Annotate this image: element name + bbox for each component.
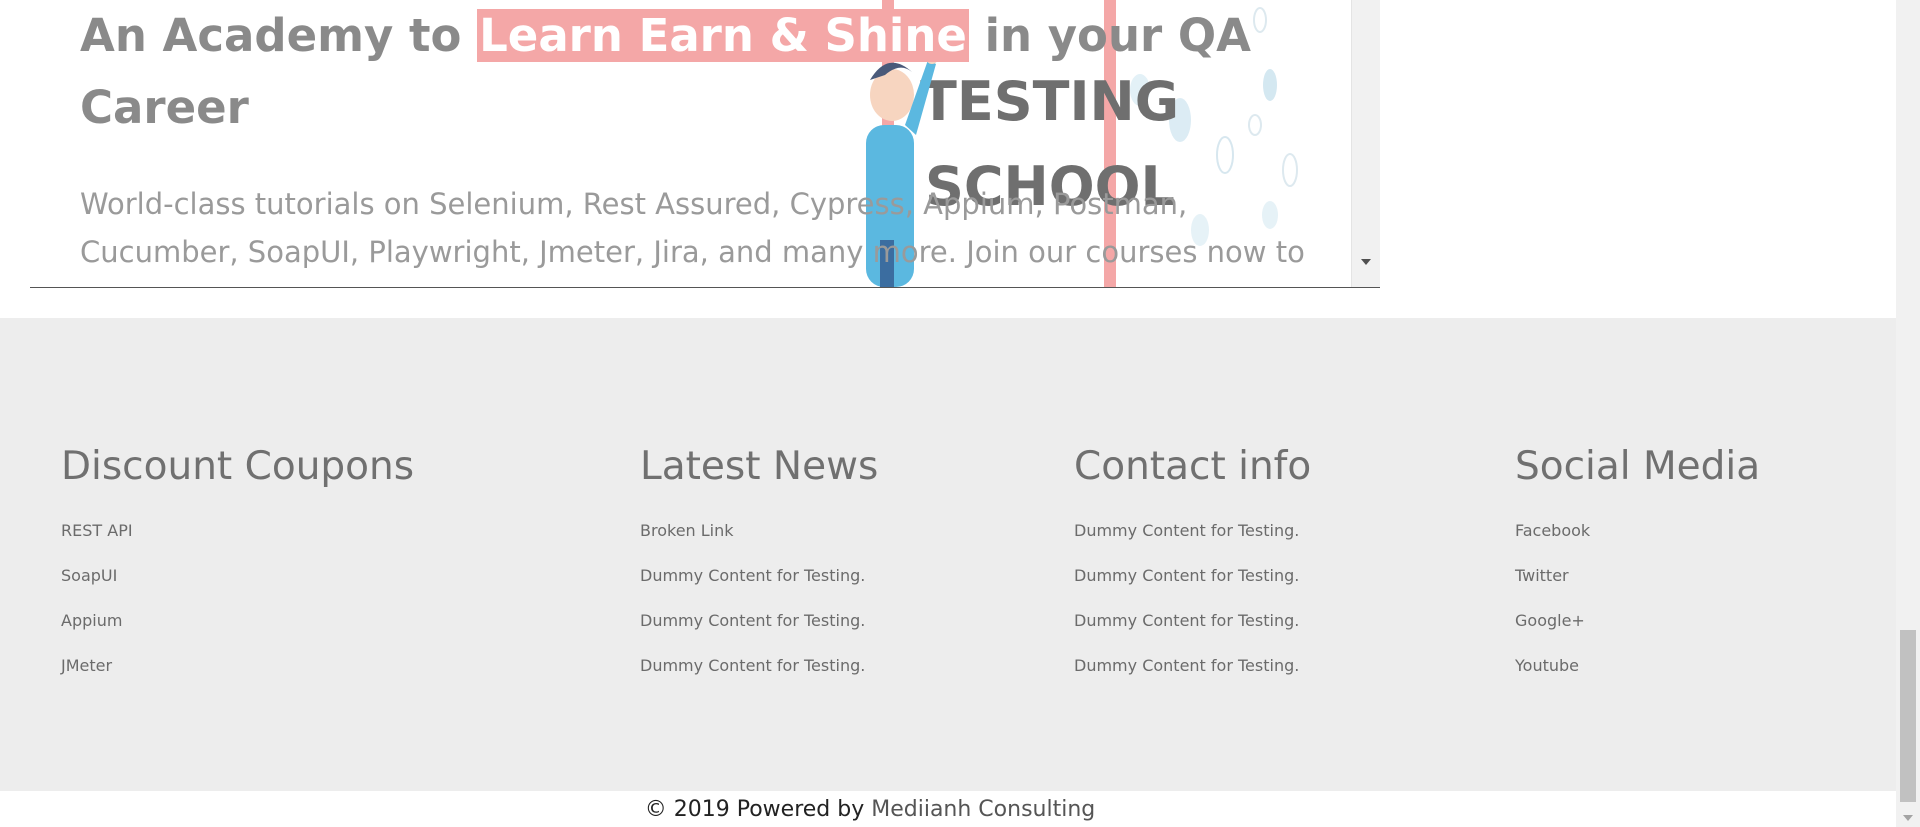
footer-heading: Discount Coupons bbox=[61, 444, 415, 489]
footer-link[interactable]: Dummy Content for Testing. bbox=[640, 598, 878, 643]
copyright-brand-link[interactable]: Mediianh Consulting bbox=[871, 797, 1095, 822]
footer-link-youtube[interactable]: Youtube bbox=[1515, 643, 1760, 688]
page-scrollbar[interactable] bbox=[1896, 0, 1920, 827]
footer-column-contact-info: Contact info Dummy Content for Testing. … bbox=[1074, 444, 1311, 688]
footer-link[interactable]: Dummy Content for Testing. bbox=[640, 643, 878, 688]
footer-link[interactable]: Broken Link bbox=[640, 508, 878, 553]
footer-column-latest-news: Latest News Broken Link Dummy Content fo… bbox=[640, 444, 878, 688]
hero-title: An Academy to Learn Earn & Shine in your… bbox=[80, 0, 1280, 144]
hero-description: World-class tutorials on Selenium, Rest … bbox=[80, 187, 1305, 287]
scroll-down-arrow-icon[interactable] bbox=[1361, 259, 1371, 265]
footer: Discount Coupons REST API SoapUI Appium … bbox=[0, 318, 1896, 791]
page: TESTING SCHOOL An Academy to Learn Earn … bbox=[0, 0, 1920, 827]
frame-scrollbar[interactable] bbox=[1351, 0, 1380, 287]
footer-column-discount-coupons: Discount Coupons REST API SoapUI Appium … bbox=[61, 444, 414, 688]
footer-link[interactable]: Dummy Content for Testing. bbox=[1074, 598, 1311, 643]
footer-link[interactable]: Dummy Content for Testing. bbox=[640, 553, 878, 598]
hero-title-start: An Academy to bbox=[80, 9, 478, 62]
footer-link-facebook[interactable]: Facebook bbox=[1515, 508, 1760, 553]
footer-link[interactable]: Dummy Content for Testing. bbox=[1074, 508, 1311, 553]
footer-heading: Social Media bbox=[1515, 444, 1761, 489]
hero-iframe[interactable]: TESTING SCHOOL An Academy to Learn Earn … bbox=[30, 0, 1380, 288]
footer-column-social-media: Social Media Facebook Twitter Google+ Yo… bbox=[1515, 444, 1760, 688]
footer-link[interactable]: Dummy Content for Testing. bbox=[1074, 643, 1311, 688]
hero-title-highlight: Learn Earn & Shine bbox=[477, 9, 969, 62]
copyright-text: © 2019 Powered by Mediianh Consulting bbox=[0, 791, 1740, 827]
page-scroll-down-arrow-icon[interactable] bbox=[1903, 815, 1913, 821]
footer-link[interactable]: Dummy Content for Testing. bbox=[1074, 553, 1311, 598]
footer-link-google-plus[interactable]: Google+ bbox=[1515, 598, 1760, 643]
footer-link[interactable]: JMeter bbox=[61, 643, 414, 688]
copyright-prefix: © 2019 Powered by bbox=[644, 797, 872, 822]
footer-link[interactable]: SoapUI bbox=[61, 553, 414, 598]
page-scrollbar-thumb[interactable] bbox=[1900, 630, 1916, 802]
hero-section: TESTING SCHOOL An Academy to Learn Earn … bbox=[30, 0, 1350, 287]
footer-heading: Latest News bbox=[640, 444, 879, 489]
footer-link[interactable]: REST API bbox=[61, 508, 414, 553]
footer-heading: Contact info bbox=[1074, 444, 1312, 489]
footer-link-twitter[interactable]: Twitter bbox=[1515, 553, 1760, 598]
footer-link[interactable]: Appium bbox=[61, 598, 414, 643]
